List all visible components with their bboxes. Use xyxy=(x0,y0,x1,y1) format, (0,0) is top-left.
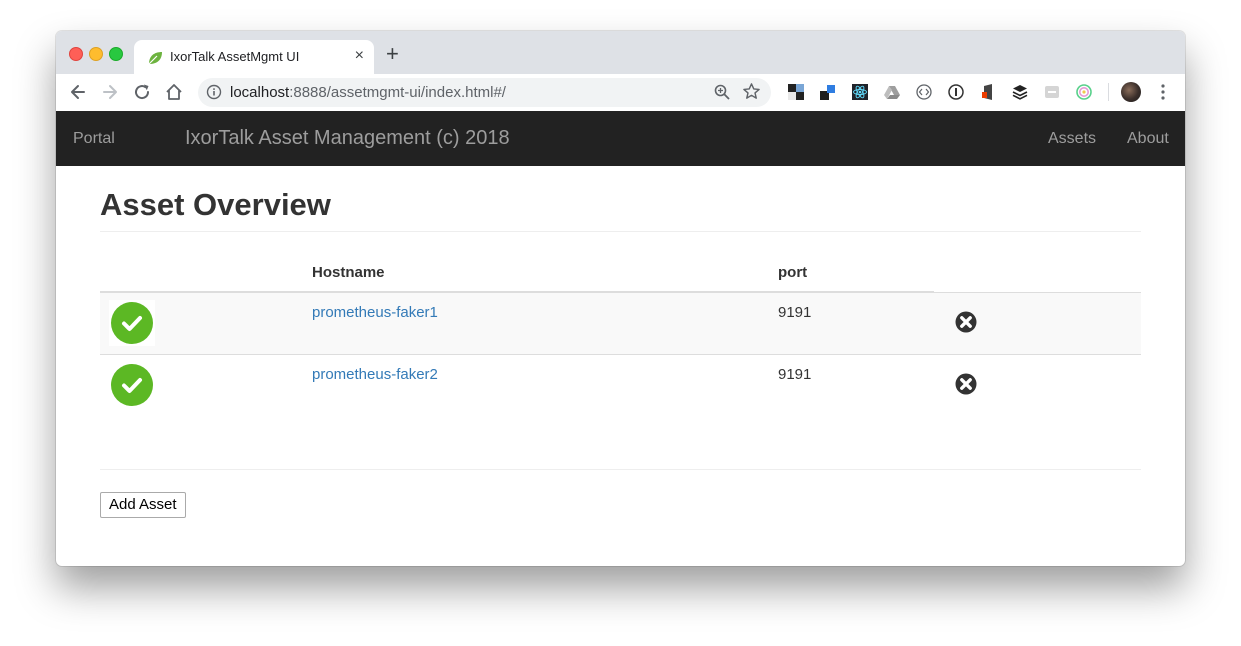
toolbar-separator xyxy=(1108,83,1109,101)
target-extension-icon[interactable] xyxy=(1076,84,1092,100)
window-maximize-button[interactable] xyxy=(109,47,123,61)
add-asset-button[interactable]: Add Asset xyxy=(100,492,186,518)
leaf-favicon-icon xyxy=(146,49,164,67)
nav-portal-link[interactable]: Portal xyxy=(73,130,115,148)
password-manager-icon[interactable] xyxy=(948,84,964,100)
browser-toolbar: localhost:8888/assetmgmt-ui/index.html#/ xyxy=(56,74,1185,112)
home-icon[interactable] xyxy=(164,82,184,102)
table-bottom-divider xyxy=(100,469,1141,470)
address-bar[interactable]: localhost:8888/assetmgmt-ui/index.html#/ xyxy=(198,78,771,107)
table-row: prometheus-faker2 9191 xyxy=(100,354,1141,417)
info-icon[interactable] xyxy=(206,84,222,100)
url-path: :8888/assetmgmt-ui/index.html#/ xyxy=(289,84,506,101)
url-host: localhost xyxy=(230,84,290,101)
tab-strip: IxorTalk AssetMgmt UI × + xyxy=(56,31,1185,74)
tab-close-icon[interactable]: × xyxy=(355,47,364,65)
zoom-icon[interactable] xyxy=(713,83,731,101)
bookmark-star-icon[interactable] xyxy=(742,82,761,101)
port-value: 9191 xyxy=(778,366,812,383)
drive-icon[interactable] xyxy=(884,84,900,100)
delete-asset-icon[interactable] xyxy=(955,373,977,395)
status-ok-check-icon xyxy=(109,300,155,346)
window-minimize-button[interactable] xyxy=(89,47,103,61)
port-value: 9191 xyxy=(778,304,812,321)
office-icon[interactable] xyxy=(980,84,996,100)
status-ok-check-icon xyxy=(109,362,155,408)
hostname-link[interactable]: prometheus-faker2 xyxy=(312,366,438,383)
card-extension-icon[interactable] xyxy=(1044,84,1060,100)
extension-checker-icon[interactable] xyxy=(788,84,804,100)
reload-icon[interactable] xyxy=(132,82,152,102)
code-extension-icon[interactable] xyxy=(916,84,932,100)
window-close-button[interactable] xyxy=(69,47,83,61)
nav-assets-link[interactable]: Assets xyxy=(1048,130,1096,148)
hostname-link[interactable]: prometheus-faker1 xyxy=(312,304,438,321)
back-arrow-icon[interactable] xyxy=(68,82,88,102)
browser-tab[interactable]: IxorTalk AssetMgmt UI × xyxy=(134,40,374,74)
app-navbar: Portal IxorTalk Asset Management (c) 201… xyxy=(56,111,1185,166)
browser-menu-icon[interactable] xyxy=(1157,83,1169,101)
profile-avatar[interactable] xyxy=(1121,82,1141,102)
delete-asset-icon[interactable] xyxy=(955,311,977,333)
table-row: prometheus-faker1 9191 xyxy=(100,292,1141,355)
layers-icon[interactable] xyxy=(1012,84,1028,100)
page-title: Asset Overview xyxy=(100,187,331,222)
navbar-brand[interactable]: IxorTalk Asset Management (c) 2018 xyxy=(185,127,510,150)
column-header-port: port xyxy=(778,264,808,281)
column-header-hostname: Hostname xyxy=(312,264,385,281)
nav-about-link[interactable]: About xyxy=(1127,130,1169,148)
new-tab-button[interactable]: + xyxy=(386,41,399,67)
extension-blocks-icon[interactable] xyxy=(820,84,836,100)
browser-window: IxorTalk AssetMgmt UI × + localhost:8888… xyxy=(56,31,1185,566)
forward-arrow-icon[interactable] xyxy=(100,82,120,102)
tab-title: IxorTalk AssetMgmt UI xyxy=(170,49,300,64)
url-text: localhost:8888/assetmgmt-ui/index.html#/ xyxy=(230,84,506,101)
title-divider xyxy=(100,231,1141,232)
react-devtools-icon[interactable] xyxy=(852,84,868,100)
